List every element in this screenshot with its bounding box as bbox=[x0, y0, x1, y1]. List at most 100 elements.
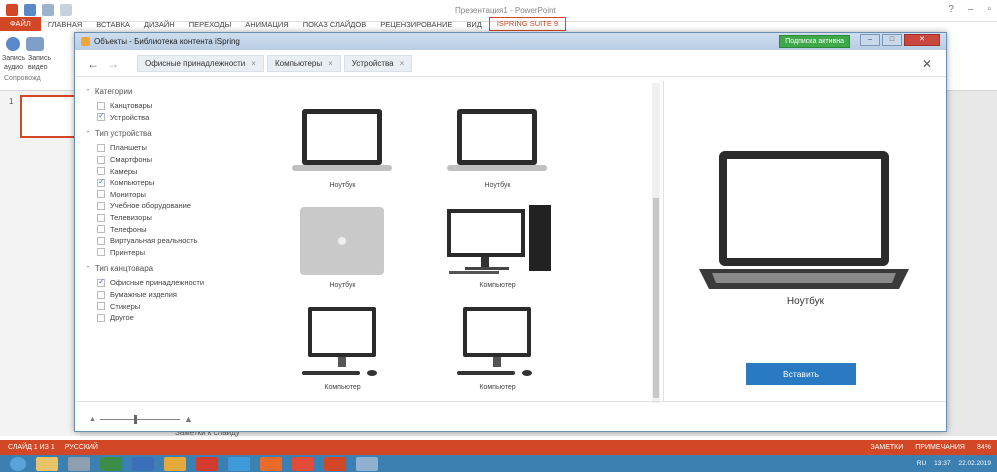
scrollbar-thumb[interactable] bbox=[653, 198, 659, 398]
large-size-icon[interactable]: ▲ bbox=[184, 414, 193, 424]
slider-track[interactable] bbox=[99, 414, 180, 424]
redo-icon[interactable] bbox=[60, 4, 72, 16]
firefox-taskbar-icon[interactable] bbox=[260, 456, 282, 471]
minimize-icon[interactable]: – bbox=[968, 4, 974, 15]
tab-slideshow[interactable]: ПОКАЗ СЛАЙДОВ bbox=[296, 20, 374, 29]
tab-file[interactable]: ФАЙЛ bbox=[0, 17, 41, 31]
grid-item[interactable]: Компьютер bbox=[435, 201, 560, 289]
filter-section-header[interactable]: ⌃ Категории bbox=[85, 87, 235, 96]
checkbox[interactable] bbox=[97, 213, 105, 222]
grid-item[interactable]: Ноутбук bbox=[280, 101, 405, 189]
collapse-chevron-icon[interactable]: ⌃ bbox=[85, 265, 91, 273]
chip-remove-icon[interactable]: × bbox=[251, 59, 256, 68]
filter-option[interactable]: Смартфоны bbox=[97, 154, 235, 166]
grid-item[interactable]: Ноутбук bbox=[435, 101, 560, 189]
clear-filters-icon[interactable]: ✕ bbox=[922, 57, 932, 71]
filter-option[interactable]: Другое bbox=[97, 312, 235, 324]
checkbox[interactable] bbox=[97, 143, 105, 152]
thumbnail-size-slider[interactable]: ▲ ▲ bbox=[89, 414, 193, 424]
microphone-icon[interactable] bbox=[6, 37, 20, 51]
filter-option[interactable]: Канцтовары bbox=[97, 100, 235, 112]
tab-home[interactable]: ГЛАВНАЯ bbox=[41, 20, 89, 29]
filter-option[interactable]: Мониторы bbox=[97, 189, 235, 201]
record-video-label[interactable]: Запись bbox=[28, 55, 51, 62]
checkbox[interactable] bbox=[97, 167, 105, 176]
tab-view[interactable]: ВИД bbox=[459, 20, 488, 29]
minimize-button[interactable]: – bbox=[860, 34, 880, 46]
save-icon[interactable] bbox=[24, 4, 36, 16]
close-window-button[interactable]: ✕ bbox=[904, 34, 940, 46]
filter-chip[interactable]: Офисные принадлежности × bbox=[137, 55, 264, 72]
zoom-level[interactable]: 84% bbox=[977, 444, 991, 451]
forward-arrow-icon[interactable]: → bbox=[103, 57, 123, 71]
filter-option[interactable]: Офисные принадлежности bbox=[97, 277, 235, 289]
media-taskbar-icon[interactable] bbox=[68, 456, 90, 471]
checkbox[interactable] bbox=[97, 201, 105, 210]
collapse-chevron-icon[interactable]: ⌃ bbox=[85, 88, 91, 96]
filter-chip[interactable]: Устройства × bbox=[343, 55, 413, 72]
grid-item[interactable]: Ноутбук bbox=[280, 201, 405, 289]
maximize-button[interactable]: □ bbox=[882, 34, 902, 46]
subscription-badge[interactable]: Подписка активна bbox=[779, 35, 850, 48]
filter-option[interactable]: Планшеты bbox=[97, 142, 235, 154]
checkbox[interactable] bbox=[97, 111, 105, 122]
tab-transitions[interactable]: ПЕРЕХОДЫ bbox=[182, 20, 239, 29]
tab-design[interactable]: ДИЗАЙН bbox=[137, 20, 182, 29]
slider-knob[interactable] bbox=[133, 414, 137, 424]
record-audio-label[interactable]: Запись bbox=[2, 55, 25, 62]
app-window-controls[interactable]: ? – ▫ bbox=[948, 4, 991, 15]
excel-taskbar-icon[interactable] bbox=[100, 456, 122, 471]
ie-taskbar-icon[interactable] bbox=[228, 456, 250, 471]
yandex-browser-taskbar-icon[interactable] bbox=[292, 456, 314, 471]
checkbox[interactable] bbox=[97, 225, 105, 234]
start-button[interactable] bbox=[10, 456, 26, 471]
checkbox[interactable] bbox=[97, 101, 105, 110]
slide-thumbnail[interactable] bbox=[20, 95, 78, 138]
collapse-chevron-icon[interactable]: ⌃ bbox=[85, 130, 91, 138]
comments-button[interactable]: ПРИМЕЧАНИЯ bbox=[915, 444, 965, 451]
chip-remove-icon[interactable]: × bbox=[400, 59, 405, 68]
checkbox[interactable] bbox=[97, 177, 105, 187]
grid-item[interactable]: Компьютер bbox=[435, 303, 560, 391]
help-icon[interactable]: ? bbox=[948, 4, 954, 15]
filter-option[interactable]: Камеры bbox=[97, 165, 235, 177]
tray-language[interactable]: RU bbox=[917, 460, 926, 467]
powerpoint-taskbar-icon[interactable] bbox=[324, 456, 346, 471]
filter-option[interactable]: Учебное оборудование bbox=[97, 200, 235, 212]
checkbox[interactable] bbox=[97, 155, 105, 164]
checkbox[interactable] bbox=[97, 302, 105, 311]
checkbox[interactable] bbox=[97, 190, 105, 199]
chrome-taskbar-icon[interactable] bbox=[164, 456, 186, 471]
insert-button[interactable]: Вставить bbox=[746, 363, 856, 385]
app-taskbar-icon[interactable] bbox=[356, 456, 378, 471]
tab-insert[interactable]: ВСТАВКА bbox=[89, 20, 137, 29]
filter-option[interactable]: Телефоны bbox=[97, 223, 235, 235]
chip-remove-icon[interactable]: × bbox=[328, 59, 333, 68]
filter-option[interactable]: Компьютеры bbox=[97, 177, 235, 189]
notes-button[interactable]: ЗАМЕТКИ bbox=[870, 444, 903, 451]
grid-scrollbar[interactable] bbox=[652, 83, 660, 403]
filter-option[interactable]: Бумажные изделия bbox=[97, 289, 235, 301]
checkbox[interactable] bbox=[97, 290, 105, 299]
yandex-taskbar-icon[interactable] bbox=[196, 456, 218, 471]
checkbox[interactable] bbox=[97, 313, 105, 322]
explorer-taskbar-icon[interactable] bbox=[36, 456, 58, 471]
language-status[interactable]: РУССКИЙ bbox=[65, 444, 98, 451]
checkbox[interactable] bbox=[97, 236, 105, 245]
back-arrow-icon[interactable]: ← bbox=[83, 57, 103, 71]
filter-section-header[interactable]: ⌃ Тип устройства bbox=[85, 129, 235, 138]
tab-review[interactable]: РЕЦЕНЗИРОВАНИЕ bbox=[373, 20, 459, 29]
checkbox[interactable] bbox=[97, 277, 105, 287]
filter-option[interactable]: Стикеры bbox=[97, 300, 235, 312]
tab-animation[interactable]: АНИМАЦИЯ bbox=[238, 20, 295, 29]
filter-option[interactable]: Виртуальная реальность bbox=[97, 235, 235, 247]
maximize-icon[interactable]: ▫ bbox=[987, 4, 991, 15]
filter-option[interactable]: Принтеры bbox=[97, 247, 235, 259]
small-size-icon[interactable]: ▲ bbox=[89, 416, 96, 423]
grid-item[interactable]: Компьютер bbox=[280, 303, 405, 391]
undo-icon[interactable] bbox=[42, 4, 54, 16]
filter-chip[interactable]: Компьютеры × bbox=[266, 55, 341, 72]
word-taskbar-icon[interactable] bbox=[132, 456, 154, 471]
filter-section-header[interactable]: ⌃ Тип канцтовара bbox=[85, 264, 235, 273]
webcam-icon[interactable] bbox=[26, 37, 44, 51]
